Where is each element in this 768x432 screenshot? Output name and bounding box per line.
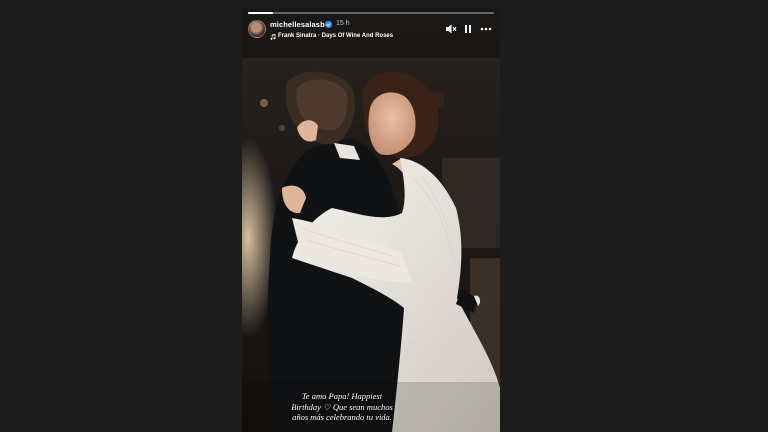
caption-line: Birthday ♡ Que sean muchos [291, 401, 393, 412]
story-caption: Te amo Papa! Happiest Birthday ♡ Que sea… [272, 391, 412, 423]
story-time-ago: 15 h [336, 20, 350, 27]
pause-icon[interactable] [462, 23, 474, 35]
caption-line: años más celebrando tu vida. [292, 412, 392, 422]
story-card[interactable]: michellesalasb 15 h Frank Sinatra · Days… [242, 8, 500, 432]
story-progress-bar [248, 12, 494, 14]
story-header: michellesalasb 15 h Frank Sinatra · Days… [248, 18, 494, 46]
avatar[interactable] [248, 20, 266, 38]
more-options-icon[interactable] [480, 23, 492, 35]
music-note-icon [270, 34, 276, 40]
caption-line: Te amo Papa! Happiest [301, 391, 383, 401]
username-link[interactable]: michellesalasb [270, 20, 325, 29]
verified-badge-icon [325, 21, 332, 28]
story-viewer: michellesalasb 15 h Frank Sinatra · Days… [0, 0, 768, 432]
story-photo [242, 8, 500, 432]
music-label: Frank Sinatra · Days Of Wine And Roses [278, 33, 394, 39]
story-progress-fill [248, 12, 273, 14]
speaker-muted-icon[interactable] [445, 23, 457, 35]
